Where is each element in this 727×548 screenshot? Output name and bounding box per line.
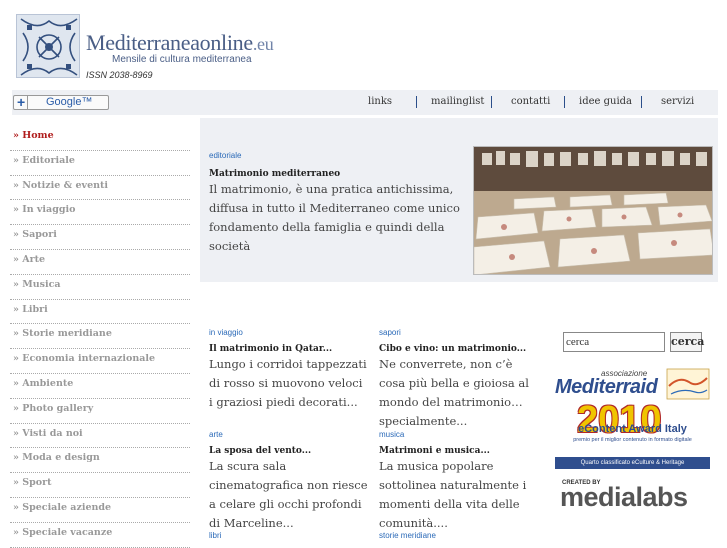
article-title[interactable]: Il matrimonio in Qatar... [209,344,369,354]
search-input[interactable]: cerca [563,332,665,352]
award-class: Quarto classificato eCulture & Heritage [555,457,710,469]
sidebar-item-speciale-aziende[interactable]: » Speciale aziende [10,498,190,523]
award-year: 2010 [577,399,662,441]
sidebar-item-moda-design[interactable]: » Moda e design [10,448,190,474]
nav-mailinglist[interactable]: mailinglist [431,96,484,107]
site-title[interactable]: Mediterraneaonline.eu [86,30,274,56]
article-category[interactable]: storie meridiane [379,531,539,540]
article-card: libri [209,531,369,540]
article-card: storie meridiane [379,531,539,540]
sidebar-item-photo-gallery[interactable]: » Photo gallery [10,399,190,424]
featured-title[interactable]: Matrimonio mediterraneo [209,169,340,179]
award-title: eContent Award Italy [578,423,687,435]
nav-idee-guida[interactable]: idee guida [579,96,632,107]
article-text: La scura sala cinematografica non riesce… [209,459,368,530]
google-button-label: Google™ [46,96,93,108]
sidebar-item-notizie-eventi[interactable]: » Notizie & eventi [10,176,190,201]
article-text: La musica popolare sottolinea naturalmen… [379,459,527,530]
article-card: in viaggio Il matrimonio in Qatar... Lun… [209,328,369,412]
featured-category[interactable]: editoriale [209,151,241,160]
nav-contatti[interactable]: contatti [511,96,550,107]
sidebar-item-economia[interactable]: » Economia internazionale [10,349,190,374]
article-card: sapori Cibo e vino: un matrimonio... Ne … [379,328,539,431]
sidebar-item-musica[interactable]: » Musica [10,275,190,300]
add-to-google-button[interactable]: + Google™ [13,94,109,110]
sidebar-item-libri[interactable]: » Libri [10,300,190,325]
article-category[interactable]: musica [379,430,539,439]
featured-image[interactable] [473,146,713,275]
sidebar-item-visti-da-noi[interactable]: » Visti da noi [10,424,190,449]
article-title[interactable]: Matrimoni e musica... [379,446,539,456]
sidebar-item-speciale-vacanze[interactable]: » Speciale vacanze [10,523,190,548]
button-divider [27,95,28,109]
plus-icon: + [17,94,26,110]
logo-mosaic-icon[interactable] [16,14,80,78]
site-subtitle: Mensile di cultura mediterranea [112,54,252,65]
sidebar-item-in-viaggio[interactable]: » In viaggio [10,200,190,226]
article-title[interactable]: Cibo e vino: un matrimonio... [379,344,539,354]
article-category[interactable]: libri [209,531,369,540]
nav-separator [491,96,492,108]
nav-links[interactable]: links [368,96,392,107]
featured-text: Il matrimonio, è una pratica antichissim… [209,182,460,253]
sidebar-item-sport[interactable]: » Sport [10,473,190,498]
article-category[interactable]: sapori [379,328,539,337]
article-card: arte La sposa del vento... La scura sala… [209,430,369,533]
sidebar-item-storie-meridiane[interactable]: » Storie meridiane [10,324,190,350]
award-line: premio per il miglior contenuto in forma… [573,437,692,443]
top-navigation-bar: + Google™ links mailinglist contatti ide… [12,90,718,115]
site-header: Mediterraneaonline.eu Mensile di cultura… [0,0,727,90]
nav-separator [641,96,642,108]
econtent-award-banner[interactable]: 2010 eContent Award Italy premio per il … [555,399,710,469]
sidebar-item-ambiente[interactable]: » Ambiente [10,374,190,399]
mediterraid-banner[interactable]: associazione Mediterraid [555,368,710,400]
medialabs-banner[interactable]: CREATED BY medialabs [560,480,710,512]
article-text: Ne converrete, non c’è cosa più bella e … [379,357,529,428]
nav-separator [564,96,565,108]
nav-separator [416,96,417,108]
search-button[interactable]: cerca [670,332,704,352]
medialabs-label: medialabs [560,482,688,512]
sidebar-menu: » Home » Editoriale » Notizie & eventi »… [10,126,190,548]
mediterraid-label: Mediterraid [555,376,658,398]
article-category[interactable]: arte [209,430,369,439]
sidebar-item-sapori[interactable]: » Sapori [10,225,190,250]
article-text: Lungo i corridoi tappezzati di rosso si … [209,357,367,409]
issn-label: ISSN 2038-8969 [86,70,153,80]
sidebar-item-editoriale[interactable]: » Editoriale [10,151,190,176]
sidebar-item-home[interactable]: » Home [10,126,190,151]
article-category[interactable]: in viaggio [209,328,369,337]
site-title-tld[interactable]: .eu [253,34,274,54]
sidebar-item-arte[interactable]: » Arte [10,250,190,275]
article-card: musica Matrimoni e musica... La musica p… [379,430,539,533]
nav-servizi[interactable]: servizi [661,96,694,107]
site-title-name[interactable]: Mediterraneaonline [86,30,253,55]
article-title[interactable]: La sposa del vento... [209,446,369,456]
